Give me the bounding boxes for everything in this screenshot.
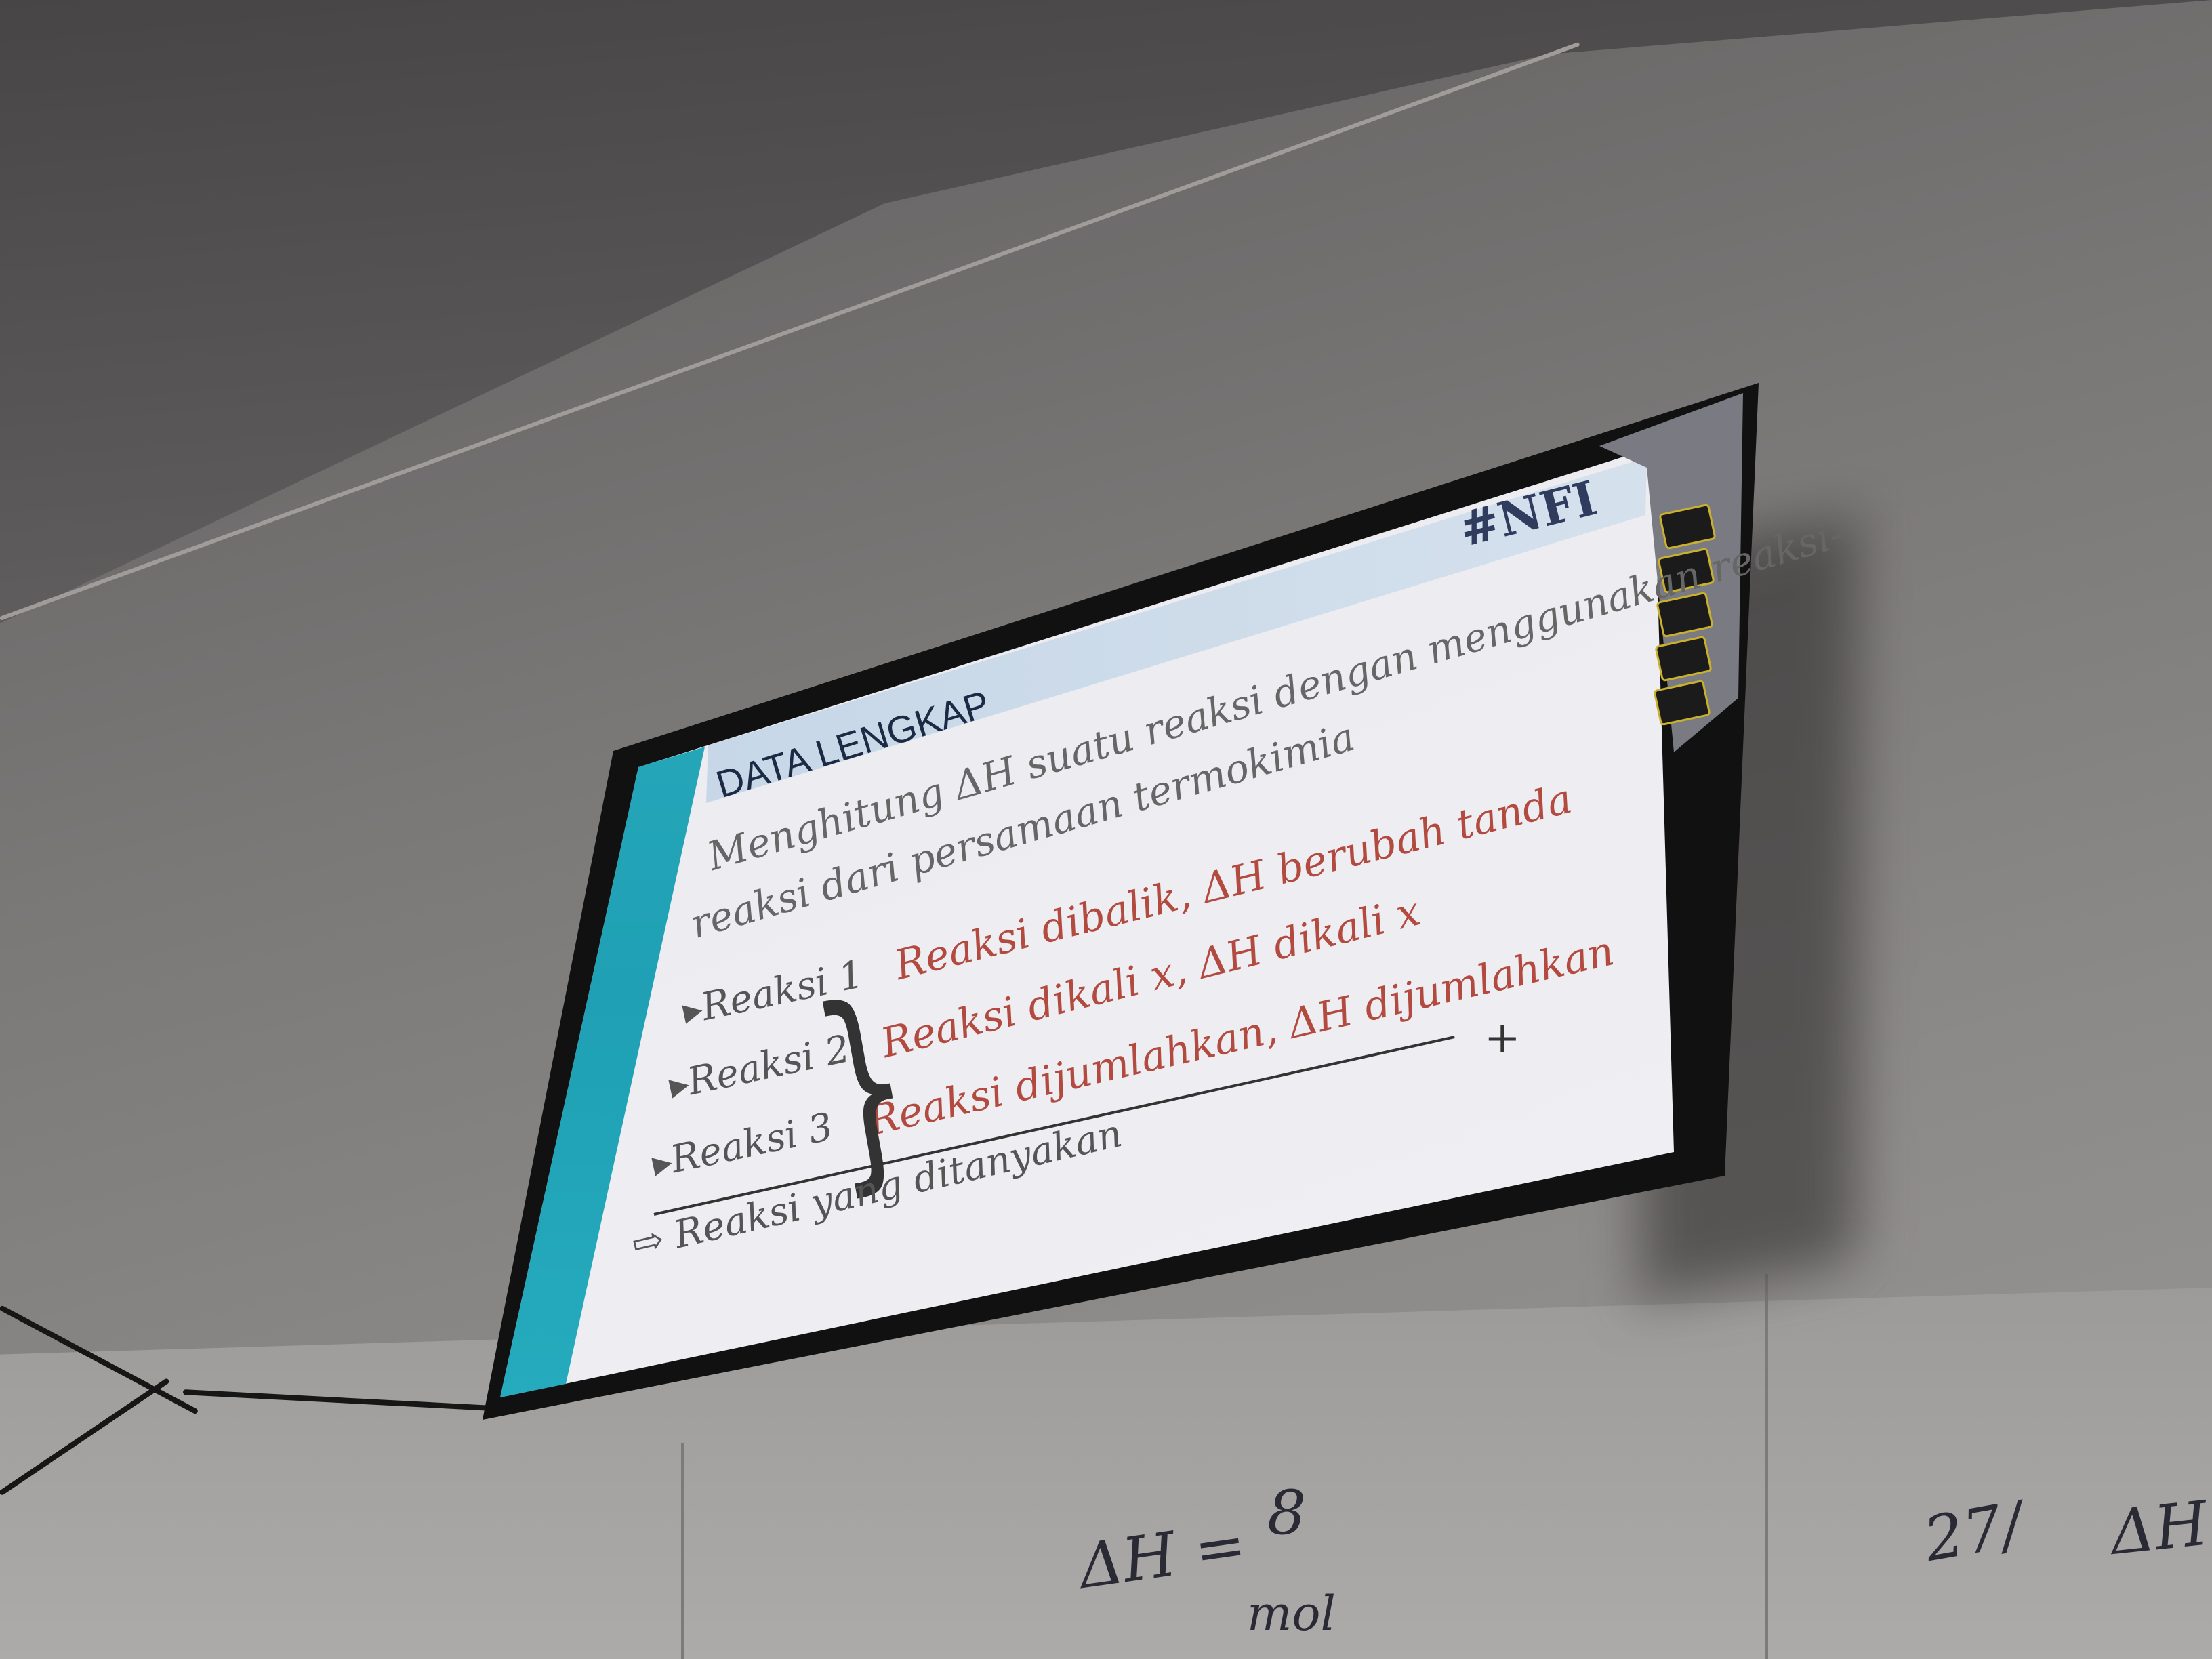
whiteboard-divider [1765,1274,1768,1659]
whiteboard [0,1288,2212,1659]
whiteboard-divider [681,1443,684,1659]
whiteboard-delta-h-2: ΔH [2107,1488,2211,1569]
whiteboard-fraction-denominator: mol [1247,1586,1336,1641]
plus-sign: + [1484,1013,1521,1063]
ceiling [0,0,2212,623]
whiteboard-fraction-numerator: 8 [1267,1477,1307,1549]
